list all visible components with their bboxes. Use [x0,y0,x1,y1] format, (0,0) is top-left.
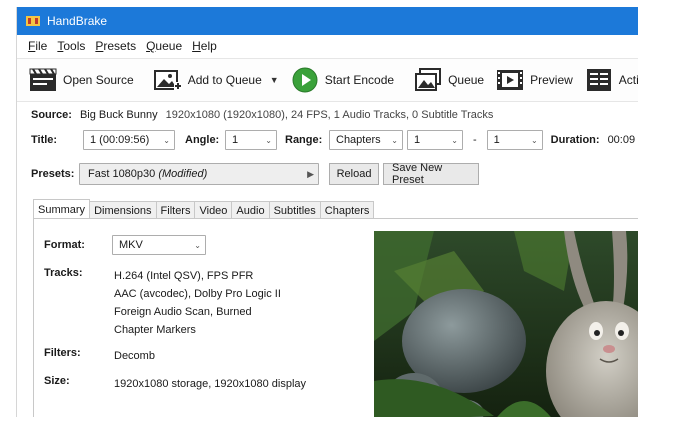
tab-dimensions[interactable]: Dimensions [89,201,157,219]
track-video: H.264 (Intel QSV), FPS PFR [114,270,254,282]
range-end-select[interactable]: 1 ⌄ [486,130,543,150]
chevron-down-icon: ⌄ [391,135,398,145]
film-clapper-icon [29,67,57,93]
summary-panel: Format: MKV ⌄ Tracks: H.264 (Intel QSV), … [33,218,638,417]
preview-button[interactable]: Preview [490,62,579,98]
tab-video[interactable]: Video [194,201,233,219]
range-end-value: 1 [493,134,500,146]
presets-select[interactable]: Fast 1080p30 (Modified) ▶ [79,163,319,185]
source-name: Big Buck Bunny [79,109,158,121]
size-value: 1920x1080 storage, 1920x1080 display [114,378,307,390]
size-row: Size: 1920x1080 storage, 1920x1080 displ… [44,375,306,393]
chevron-down-icon: ⌄ [530,135,538,145]
angle-select[interactable]: 1 ⌄ [225,130,277,150]
add-to-queue-button[interactable]: Add to Queue ▼ [148,62,285,98]
menu-help-label: elp [200,39,217,53]
title-row: Title: 1 (00:09:56) ⌄ Angle: 1 ⌄ Range: Ch… [17,128,638,152]
toolbar: Open Source Add to Queue ▼ Start Encode … [17,58,638,102]
add-to-queue-label: Add to Queue [187,73,262,87]
duration-label: Duration: [550,134,600,146]
activity-label: Activity [618,73,638,87]
tracks-list: H.264 (Intel QSV), FPS PFR AAC (avcodec)… [114,267,281,339]
menu-presets-label: resets [103,39,137,53]
presets-label: Presets: [31,168,75,180]
filters-label: Filters: [44,347,81,359]
queue-button[interactable]: Queue [408,62,490,98]
format-label: Format: [44,239,85,251]
menu-help[interactable]: Help [187,39,222,53]
tab-strip: Summary Dimensions Filters Video Audio S… [33,199,375,219]
format-row: Format: MKV ⌄ [44,235,206,255]
preview-image [374,231,638,417]
menu-tools[interactable]: Tools [52,39,90,53]
angle-label: Angle: [185,134,220,146]
presets-modified: (Modified) [158,168,208,180]
chevron-right-icon: ▶ [307,168,314,179]
save-new-preset-button[interactable]: Save New Preset [383,162,479,186]
range-dash: - [473,134,477,146]
open-source-button[interactable]: Open Source [23,62,140,98]
menu-bar: File Tools Presets Queue Help [17,35,638,57]
title-select[interactable]: 1 (00:09:56) ⌄ [83,130,175,150]
open-source-label: Open Source [63,73,134,87]
format-value: MKV [119,239,143,251]
activity-button[interactable]: Activity [579,62,638,98]
range-start-value: 1 [414,134,421,146]
start-encode-button[interactable]: Start Encode [285,62,400,98]
track-subtitle: Foreign Audio Scan, Burned [114,306,252,318]
handbrake-app-icon [25,13,41,29]
add-image-icon [153,67,182,93]
tab-filters[interactable]: Filters [155,201,196,219]
tab-summary[interactable]: Summary [33,199,91,219]
chevron-down-icon: ⌄ [194,240,201,250]
chevron-down-icon: ⌄ [265,135,272,145]
chevron-down-icon: ⌄ [451,135,458,145]
range-type-select[interactable]: Chapters ⌄ [329,130,403,150]
tab-subtitles[interactable]: Subtitles [268,201,321,219]
menu-tools-label: ools [63,39,86,53]
queue-label: Queue [448,73,485,87]
source-info: 1920x1080 (1920x1080), 24 FPS, 1 Audio T… [165,109,494,121]
title-bar: HandBrake [17,7,638,35]
range-type-value: Chapters [336,134,381,146]
queue-images-icon [414,67,442,93]
track-chapters: Chapter Markers [114,324,196,336]
window-title: HandBrake [47,14,108,28]
size-label: Size: [44,375,70,387]
presets-row: Presets: Fast 1080p30 (Modified) ▶ Reloa… [17,162,638,186]
filters-row: Filters: Decomb [44,347,155,365]
angle-select-value: 1 [232,134,239,146]
filters-value: Decomb [114,350,155,362]
menu-queue-label: ueue [155,39,183,53]
tracks-row: Tracks: H.264 (Intel QSV), FPS PFR AAC (… [44,267,281,339]
range-label: Range: [285,134,323,146]
chevron-down-icon[interactable]: ▼ [270,75,279,85]
range-start-select[interactable]: 1 ⌄ [407,130,463,150]
menu-file-label: ile [35,39,48,53]
title-select-value: 1 (00:09:56) [90,134,150,146]
play-icon [291,67,319,93]
preview-film-icon [496,67,524,93]
format-select[interactable]: MKV ⌄ [112,235,206,255]
menu-presets[interactable]: Presets [90,39,141,53]
source-row: Source: Big Buck Bunny 1920x1080 (1920x1… [17,107,638,123]
tracks-label: Tracks: [44,267,83,279]
start-encode-label: Start Encode [324,73,395,87]
preview-label: Preview [530,73,573,87]
tab-audio[interactable]: Audio [231,201,270,219]
activity-log-icon [585,67,613,93]
track-audio: AAC (avcodec), Dolby Pro Logic II [114,288,281,300]
reload-button[interactable]: Reload [329,163,379,185]
presets-value: Fast 1080p30 [88,168,156,180]
handbrake-window: HandBrake File Tools Presets Queue Help … [16,7,638,417]
duration-value: 00:09 [607,134,636,146]
menu-help-mnemonic: H [192,39,201,53]
menu-file[interactable]: File [23,39,52,53]
source-label: Source: [31,109,72,121]
tab-chapters[interactable]: Chapters [319,201,375,219]
title-label: Title: [31,134,58,146]
menu-queue[interactable]: Queue [141,39,187,53]
chevron-down-icon: ⌄ [163,135,170,145]
